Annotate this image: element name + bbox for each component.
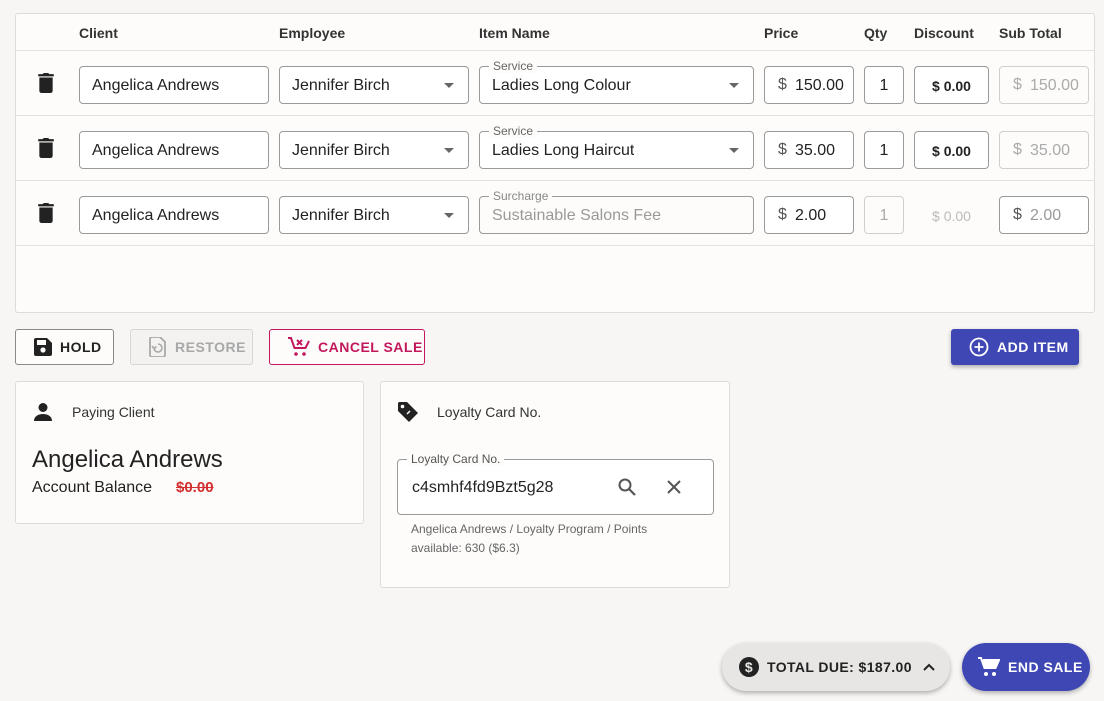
header-price: Price	[764, 25, 799, 41]
cart-icon	[978, 657, 1000, 677]
table-header: Client Employee Item Name Price Qty Disc…	[16, 14, 1094, 51]
loyalty-card-value: c4smhf4fd9Bzt5g28	[412, 479, 554, 496]
cart-remove-icon	[288, 337, 310, 357]
item-select[interactable]: Service Ladies Long Haircut	[479, 124, 754, 169]
paying-client-card: Paying Client Angelica Andrews Account B…	[15, 381, 364, 524]
price-field[interactable]: $2.00	[764, 196, 854, 234]
restore-button[interactable]: RESTORE	[130, 329, 253, 365]
caret-down-icon	[444, 148, 454, 153]
header-subtotal: Sub Total	[999, 25, 1062, 41]
sale-items-table: Client Employee Item Name Price Qty Disc…	[15, 13, 1095, 313]
paying-client-name: Angelica Andrews	[32, 446, 223, 473]
employee-select[interactable]: Jennifer Birch	[279, 131, 469, 169]
table-row: Angelica Andrews Jennifer Birch Service L…	[16, 116, 1094, 181]
caret-down-icon	[444, 83, 454, 88]
search-icon[interactable]	[617, 477, 637, 502]
account-balance-label: Account Balance	[32, 479, 153, 496]
hold-button[interactable]: HOLD	[15, 329, 114, 365]
header-item-name: Item Name	[479, 25, 550, 41]
close-icon[interactable]	[666, 479, 682, 500]
table-row: Angelica Andrews Jennifer Birch Surcharg…	[16, 181, 1094, 246]
header-qty: Qty	[864, 25, 888, 41]
employee-select[interactable]: Jennifer Birch	[279, 196, 469, 234]
total-due-text: TOTAL DUE: $187.00	[767, 659, 912, 675]
caret-down-icon	[729, 148, 739, 153]
loyalty-helper-text: Angelica Andrews / Loyalty Program / Poi…	[411, 522, 648, 555]
restore-icon	[149, 337, 167, 357]
paying-client-title: Paying Client	[72, 404, 155, 420]
discount-field[interactable]: $ 0.00	[914, 66, 989, 104]
svg-text:$: $	[745, 659, 753, 675]
trash-icon[interactable]	[38, 203, 54, 223]
subtotal-field: $150.00	[999, 66, 1089, 104]
account-balance-value: $0.00	[176, 479, 214, 496]
price-field[interactable]: $150.00	[764, 66, 854, 104]
discount-field: $ 0.00	[932, 208, 971, 224]
subtotal-field: $35.00	[999, 131, 1089, 169]
tag-icon	[397, 401, 419, 423]
client-field[interactable]: Angelica Andrews	[79, 66, 269, 104]
header-employee: Employee	[279, 25, 346, 41]
loyalty-title: Loyalty Card No.	[437, 404, 542, 420]
add-circle-icon	[969, 337, 989, 357]
surcharge-field: Surcharge Sustainable Salons Fee	[479, 189, 754, 234]
caret-down-icon	[444, 213, 454, 218]
loyalty-card-input[interactable]: Loyalty Card No. c4smhf4fd9Bzt5g28	[397, 452, 714, 515]
subtotal-field[interactable]: $2.00	[999, 196, 1089, 234]
qty-field: 1	[864, 196, 904, 234]
loyalty-card: Loyalty Card No. Loyalty Card No. c4smhf…	[380, 381, 730, 588]
trash-icon[interactable]	[38, 138, 54, 158]
table-row: Angelica Andrews Jennifer Birch Service L…	[16, 51, 1094, 116]
caret-down-icon	[729, 83, 739, 88]
total-due-toggle[interactable]: $ TOTAL DUE: $187.00	[722, 643, 950, 691]
client-field[interactable]: Angelica Andrews	[79, 196, 269, 234]
save-icon	[34, 338, 52, 356]
trash-icon[interactable]	[38, 73, 54, 93]
employee-select[interactable]: Jennifer Birch	[279, 66, 469, 104]
person-icon	[32, 401, 54, 423]
dollar-circle-icon: $	[739, 657, 759, 677]
discount-field[interactable]: $ 0.00	[914, 131, 989, 169]
cancel-sale-button[interactable]: CANCEL SALE	[269, 329, 425, 365]
header-discount: Discount	[914, 25, 974, 41]
qty-field[interactable]: 1	[864, 66, 904, 104]
client-field[interactable]: Angelica Andrews	[79, 131, 269, 169]
price-field[interactable]: $35.00	[764, 131, 854, 169]
add-item-button[interactable]: ADD ITEM	[951, 329, 1079, 365]
qty-field[interactable]: 1	[864, 131, 904, 169]
header-client: Client	[79, 25, 118, 41]
end-sale-button[interactable]: END SALE	[962, 643, 1090, 691]
item-select[interactable]: Service Ladies Long Colour	[479, 59, 754, 104]
chevron-up-icon	[922, 662, 936, 672]
loyalty-field-label: Loyalty Card No.	[407, 452, 505, 466]
